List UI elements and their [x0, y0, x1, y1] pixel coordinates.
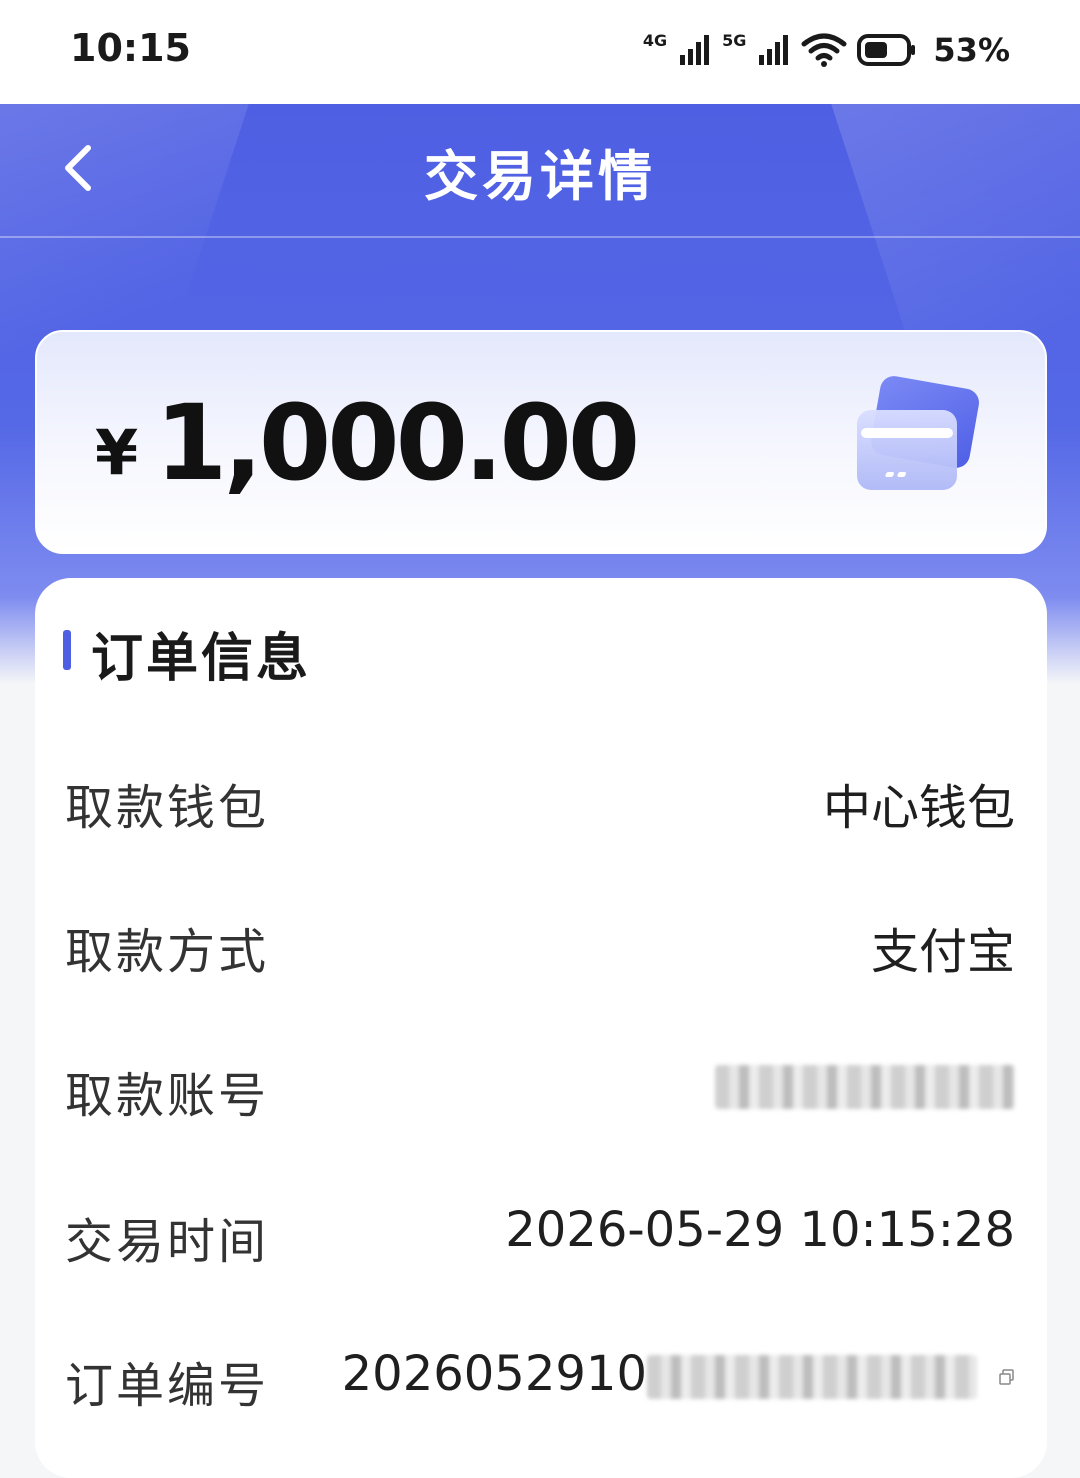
row-method: 取款方式 支付宝	[35, 902, 1047, 982]
copy-icon[interactable]	[999, 1369, 1015, 1385]
redacted-account	[715, 1065, 1015, 1109]
row-label: 取款钱包	[65, 780, 270, 836]
row-value: 2026-05-29 10:15:28	[505, 1202, 1015, 1258]
row-wallet: 取款钱包 中心钱包	[35, 758, 1047, 838]
order-number-visible: 2026052910	[341, 1346, 647, 1402]
row-order-number: 订单编号 2026052910	[35, 1336, 1047, 1416]
row-account: 取款账号	[35, 1046, 1047, 1126]
row-value: 中心钱包	[822, 780, 1015, 836]
nav-divider	[0, 236, 1080, 238]
row-label: 订单编号	[65, 1358, 270, 1414]
amount-card: ¥ 1,000.00	[35, 330, 1047, 554]
row-time: 交易时间 2026-05-29 10:15:28	[35, 1192, 1047, 1272]
status-time: 10:15	[70, 26, 191, 70]
row-value	[715, 1056, 1015, 1112]
status-bar: 10:15 4G 5G 53%	[0, 0, 1080, 104]
network-4g-label: 4G	[642, 30, 668, 50]
battery-percent: 53%	[933, 31, 1010, 69]
row-label: 取款方式	[65, 924, 270, 980]
wallet-card-icon	[857, 376, 979, 490]
signal-icon	[680, 35, 710, 65]
wifi-icon	[801, 33, 847, 67]
row-value: 2026052910	[342, 1346, 1015, 1402]
page-title: 交易详情	[424, 145, 656, 208]
status-icons: 4G 5G 53%	[643, 28, 1010, 72]
redacted-order-number	[647, 1355, 977, 1399]
order-info-card: 订单信息 取款钱包 中心钱包 取款方式 支付宝 取款账号 交易时间 2026-0…	[35, 578, 1047, 1478]
signal-icon	[759, 35, 789, 65]
battery-icon	[857, 34, 916, 66]
network-5g-label: 5G	[722, 30, 747, 50]
row-value: 支付宝	[870, 924, 1015, 980]
section-title: 订单信息	[91, 629, 312, 689]
row-label: 交易时间	[65, 1214, 270, 1270]
currency-symbol: ¥	[95, 416, 139, 489]
section-accent-bar	[63, 630, 71, 670]
amount-value: 1,000.00	[155, 382, 640, 504]
row-label: 取款账号	[65, 1068, 270, 1124]
